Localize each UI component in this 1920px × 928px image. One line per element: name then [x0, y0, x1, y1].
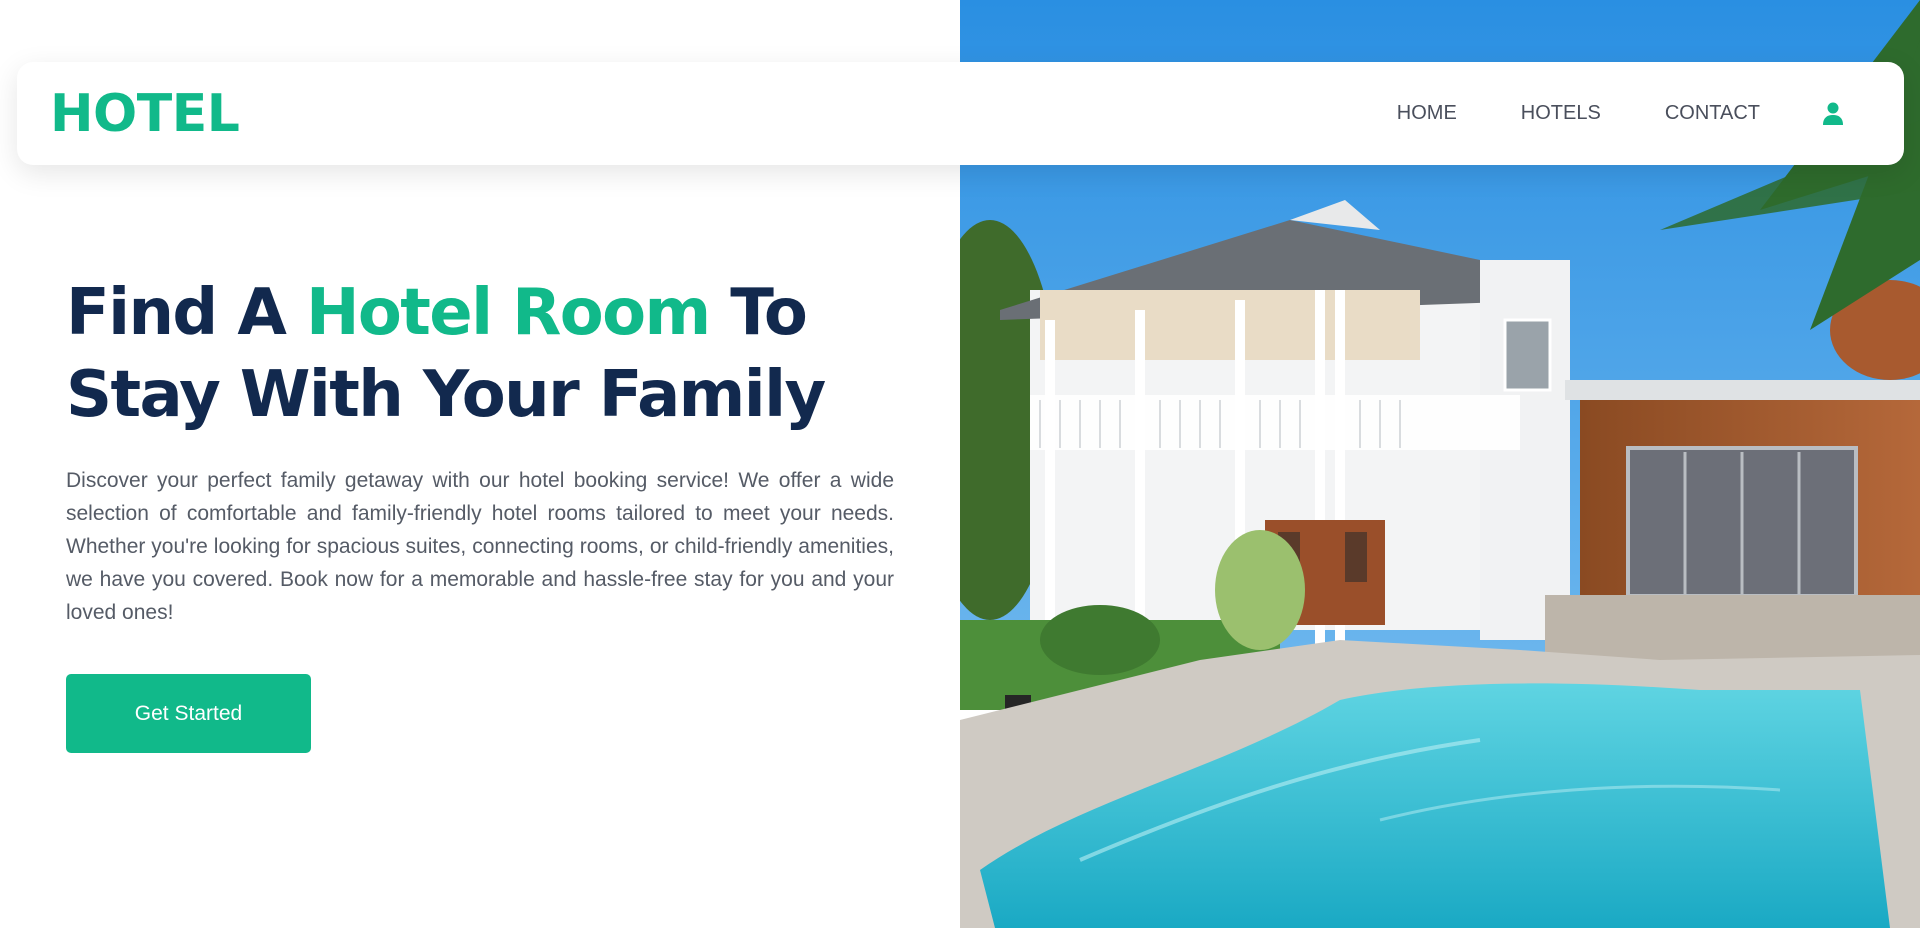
nav-link-contact[interactable]: CONTACT: [1665, 102, 1760, 125]
user-icon[interactable]: [1822, 102, 1844, 126]
nav-link-home[interactable]: HOME: [1397, 102, 1457, 125]
nav-link-hotels[interactable]: HOTELS: [1521, 102, 1601, 125]
logo[interactable]: HOTEL: [50, 84, 240, 144]
hero-description: Discover your perfect family getaway wit…: [66, 469, 894, 624]
hero-title: Find A Hotel Room To Stay With Your Fami…: [66, 272, 926, 436]
hero-title-part1: Find A: [66, 276, 306, 350]
navbar: HOTEL HOME HOTELS CONTACT: [17, 62, 1904, 165]
hero-title-accent: Hotel Room: [305, 276, 711, 350]
user-icon-glyph: [1823, 102, 1843, 125]
get-started-button[interactable]: Get Started: [66, 674, 311, 753]
nav-links: HOME HOTELS CONTACT: [1397, 102, 1844, 126]
